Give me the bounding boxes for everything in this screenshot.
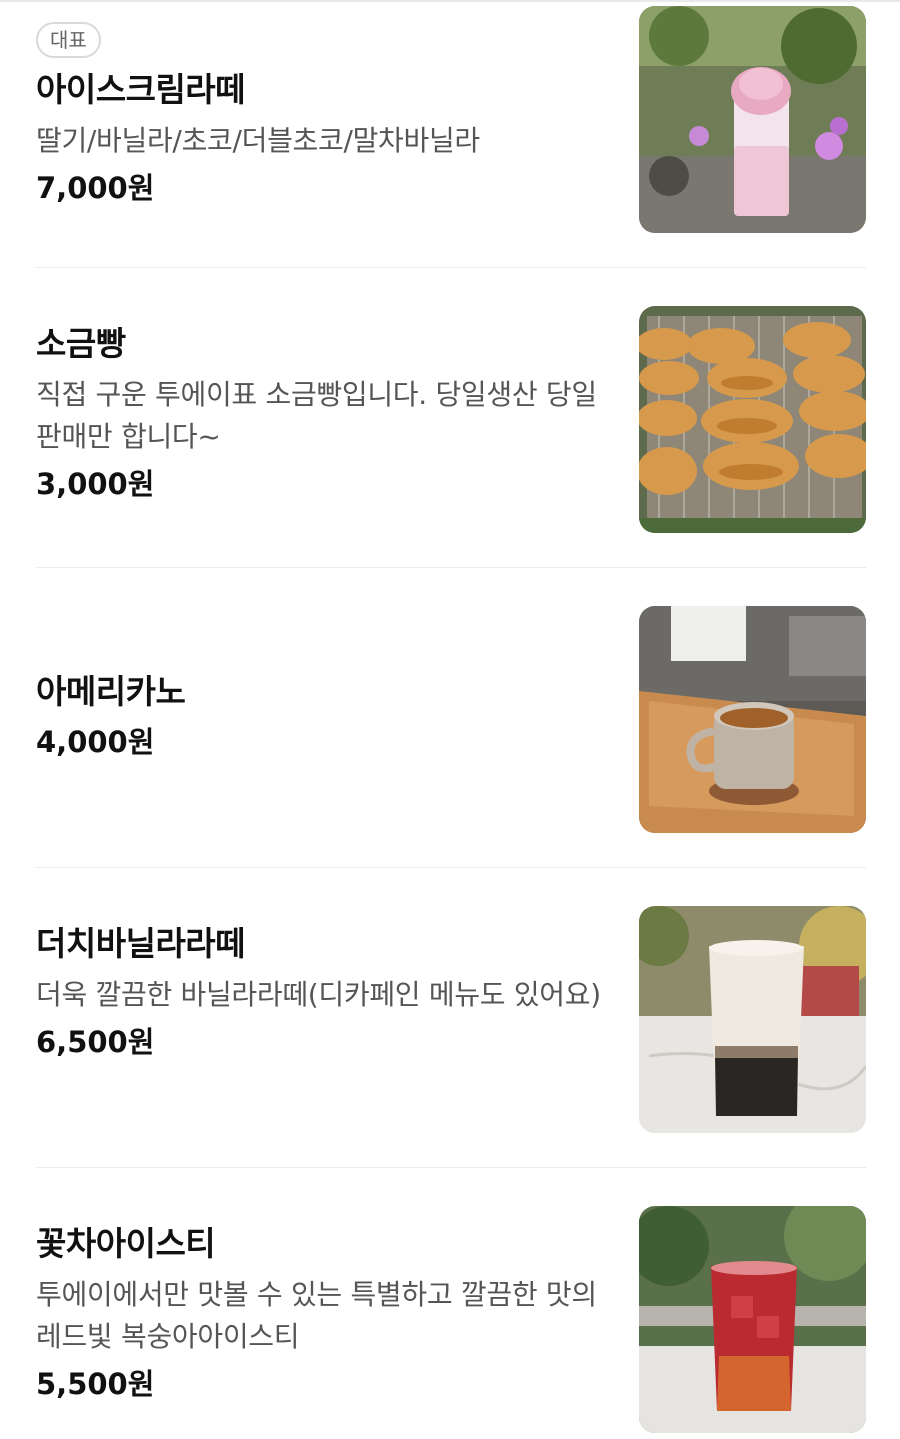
menu-item-photo[interactable] <box>639 606 866 833</box>
item-divider <box>36 1167 866 1168</box>
americano-photo <box>639 606 866 833</box>
menu-item-description: 딸기/바닐라/초코/더블초코/말차바닐라 <box>36 124 480 157</box>
menu-item-text: 더치바닐라라떼 더욱 깔끔한 바닐라라떼(디카페인 메뉴도 있어요) 6,500… <box>36 922 616 1062</box>
menu-item-text: 꽃차아이스티 투에이에서만 맛볼 수 있는 특별하고 깔끔한 맛의 레드빛 복숭… <box>36 1222 616 1404</box>
flower-tea-iced-tea-photo <box>639 1206 866 1433</box>
menu-item-name: 꽃차아이스티 <box>36 1224 216 1263</box>
dutch-vanilla-latte-photo <box>639 906 866 1133</box>
menu-item-photo[interactable] <box>639 6 866 233</box>
item-divider <box>36 267 866 268</box>
menu-item-price: 5,500원 <box>36 1367 155 1401</box>
menu-item-price: 7,000원 <box>36 171 155 205</box>
menu-item-description: 직접 구운 투에이표 소금빵입니다. 당일생산 당일판매만 합니다~ <box>36 378 597 453</box>
menu-item-flower-tea-iced-tea[interactable]: 꽃차아이스티 투에이에서만 맛볼 수 있는 특별하고 깔끔한 맛의 레드빛 복숭… <box>36 1200 866 1439</box>
menu-item-price: 3,000원 <box>36 467 155 501</box>
menu-item-photo[interactable] <box>639 306 866 533</box>
menu-item-text: 소금빵 직접 구운 투에이표 소금빵입니다. 당일생산 당일판매만 합니다~ 3… <box>36 322 616 504</box>
menu-item-text: 아메리카노 4,000원 <box>36 670 616 762</box>
menu-item-price: 4,000원 <box>36 725 155 759</box>
menu-item-price: 6,500원 <box>36 1025 155 1059</box>
menu-item-photo[interactable] <box>639 1206 866 1433</box>
menu-item-name: 더치바닐라라떼 <box>36 924 246 963</box>
menu-item-name: 소금빵 <box>36 324 126 363</box>
menu-item-dutch-vanilla-latte[interactable]: 더치바닐라라떼 더욱 깔끔한 바닐라라떼(디카페인 메뉴도 있어요) 6,500… <box>36 900 866 1200</box>
item-divider <box>36 867 866 868</box>
signature-badge: 대표 <box>36 22 101 58</box>
menu-item-text: 대표 아이스크림라떼 딸기/바닐라/초코/더블초코/말차바닐라 7,000원 <box>36 22 616 208</box>
item-divider <box>36 567 866 568</box>
ice-cream-latte-photo <box>639 6 866 233</box>
menu-item-description: 더욱 깔끔한 바닐라라떼(디카페인 메뉴도 있어요) <box>36 978 601 1011</box>
menu-item-name: 아메리카노 <box>36 672 186 711</box>
menu-item-salt-bread[interactable]: 소금빵 직접 구운 투에이표 소금빵입니다. 당일생산 당일판매만 합니다~ 3… <box>36 300 866 600</box>
menu-item-photo[interactable] <box>639 906 866 1133</box>
menu-item-ice-cream-latte[interactable]: 대표 아이스크림라떼 딸기/바닐라/초코/더블초코/말차바닐라 7,000원 <box>36 0 866 300</box>
menu-item-description: 투에이에서만 맛볼 수 있는 특별하고 깔끔한 맛의 레드빛 복숭아아이스티 <box>36 1278 597 1353</box>
salt-bread-photo <box>639 306 866 533</box>
menu-item-americano[interactable]: 아메리카노 4,000원 <box>36 600 866 900</box>
menu-item-name: 아이스크림라떼 <box>36 70 246 109</box>
